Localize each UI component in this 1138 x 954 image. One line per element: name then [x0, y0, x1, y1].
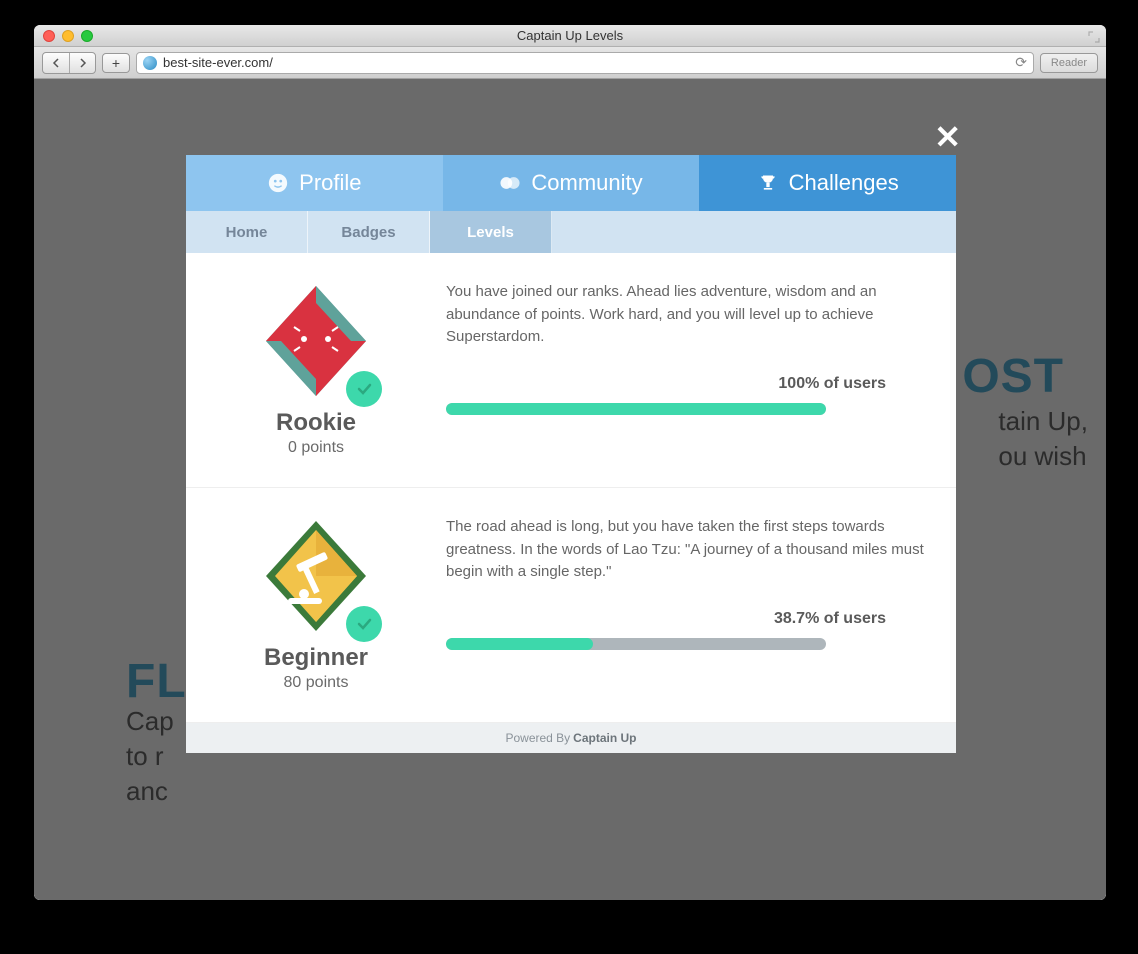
level-info: You have joined our ranks. Ahead lies ad…: [446, 281, 926, 457]
reader-label: Reader: [1051, 57, 1087, 69]
check-icon: [346, 371, 382, 407]
tab-challenges-label: Challenges: [789, 170, 899, 196]
maximize-window-button[interactable]: [81, 30, 93, 42]
level-description: You have joined our ranks. Ahead lies ad…: [446, 281, 926, 349]
viewport: OST tain Up, ou wish FL Cap to r anc ✕ P…: [34, 79, 1106, 900]
rookie-badge-icon: [256, 281, 376, 401]
sub-tab-badges[interactable]: Badges: [308, 211, 430, 253]
sub-tab-badges-label: Badges: [341, 224, 395, 241]
add-bookmark-button[interactable]: +: [102, 53, 130, 73]
check-icon: [346, 606, 382, 642]
community-icon: [499, 172, 521, 194]
level-description: The road ahead is long, but you have tak…: [446, 516, 926, 584]
close-modal-button[interactable]: ✕: [934, 121, 961, 153]
nav-buttons: [42, 52, 96, 74]
level-item: Beginner 80 points The road ahead is lon…: [186, 488, 956, 723]
sub-tab-levels[interactable]: Levels: [430, 211, 552, 253]
tab-community[interactable]: Community: [443, 155, 700, 211]
level-points: 80 points: [284, 674, 349, 692]
progress-bar: [446, 638, 826, 650]
progress-fill: [446, 403, 826, 415]
tab-community-label: Community: [531, 170, 642, 196]
trophy-icon: [757, 172, 779, 194]
main-tabs: Profile Community Challenges: [186, 155, 956, 211]
sub-tabs: Home Badges Levels: [186, 211, 956, 253]
window-title: Captain Up Levels: [34, 28, 1106, 43]
level-item: Rookie 0 points You have joined our rank…: [186, 253, 956, 488]
reader-button[interactable]: Reader: [1040, 53, 1098, 73]
tab-profile-label: Profile: [299, 170, 361, 196]
progress-bar: [446, 403, 826, 415]
expand-icon[interactable]: [1088, 30, 1100, 42]
beginner-badge-icon: [256, 516, 376, 636]
tab-challenges[interactable]: Challenges: [699, 155, 956, 211]
sub-tab-home-label: Home: [226, 224, 268, 241]
browser-window: Captain Up Levels + best-site-ever.com/ …: [34, 25, 1106, 900]
progress-label: 100% of users: [446, 375, 926, 393]
sub-tab-levels-label: Levels: [467, 224, 514, 241]
levels-list: Rookie 0 points You have joined our rank…: [186, 253, 956, 723]
globe-icon: [143, 56, 157, 70]
progress-label: 38.7% of users: [446, 610, 926, 628]
level-name: Rookie: [276, 409, 356, 437]
minimize-window-button[interactable]: [62, 30, 74, 42]
close-window-button[interactable]: [43, 30, 55, 42]
badge-column: Rookie 0 points: [216, 281, 416, 457]
url-bar[interactable]: best-site-ever.com/ ⟳: [136, 52, 1034, 74]
forward-button[interactable]: [69, 53, 95, 73]
footer-prefix: Powered By: [505, 731, 570, 745]
sub-tab-home[interactable]: Home: [186, 211, 308, 253]
level-name: Beginner: [264, 644, 368, 672]
level-info: The road ahead is long, but you have tak…: [446, 516, 926, 692]
levels-modal: Profile Community Challenges Ho: [186, 155, 956, 753]
badge-column: Beginner 80 points: [216, 516, 416, 692]
url-text: best-site-ever.com/: [163, 55, 273, 70]
modal-footer: Powered By Captain Up: [186, 723, 956, 753]
browser-toolbar: + best-site-ever.com/ ⟳ Reader: [34, 47, 1106, 79]
back-button[interactable]: [43, 53, 69, 73]
refresh-icon[interactable]: ⟳: [1015, 54, 1027, 71]
level-points: 0 points: [288, 439, 344, 457]
progress-fill: [446, 638, 593, 650]
profile-icon: [267, 172, 289, 194]
footer-brand[interactable]: Captain Up: [573, 731, 636, 745]
titlebar: Captain Up Levels: [34, 25, 1106, 47]
traffic-lights: [34, 30, 93, 42]
tab-profile[interactable]: Profile: [186, 155, 443, 211]
